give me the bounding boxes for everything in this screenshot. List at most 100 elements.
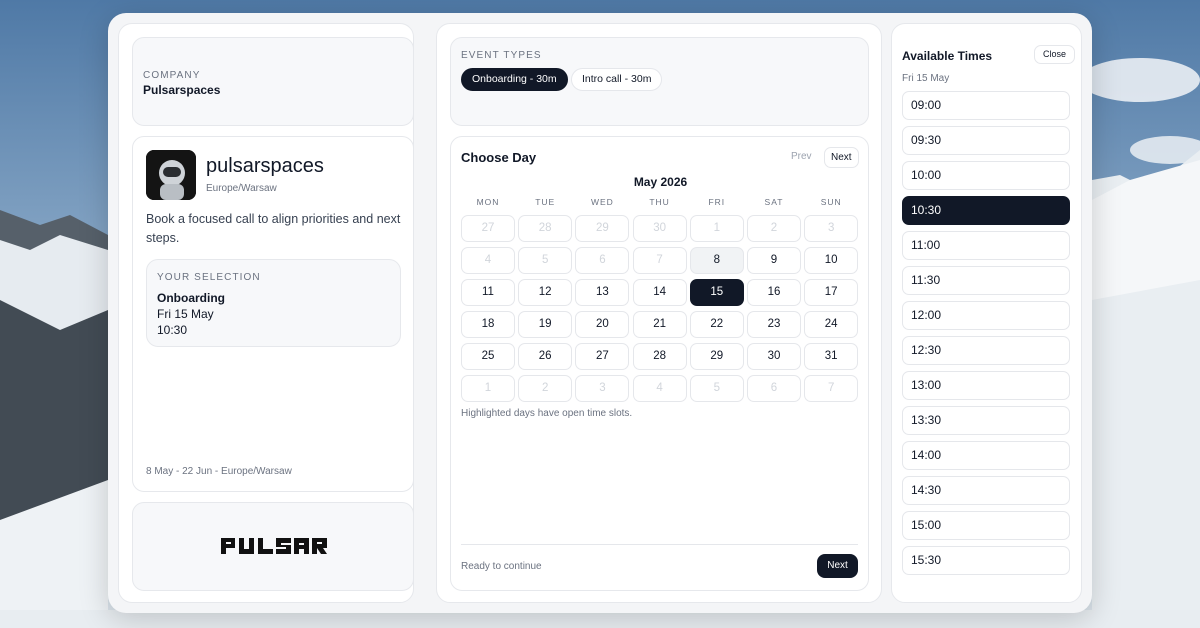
calendar-day[interactable]: 17 <box>804 279 859 306</box>
logo-text: PULSAR <box>133 503 134 504</box>
calendar-day: 28 <box>518 215 573 242</box>
calendar-day[interactable]: 30 <box>747 343 801 370</box>
time-slot-selected[interactable]: 10:30 <box>902 196 1070 225</box>
month-label: May 2026 <box>633 175 688 189</box>
times-date: Fri 15 May <box>902 73 950 84</box>
calendar-day[interactable]: 25 <box>461 343 515 370</box>
calendar-day[interactable]: 10 <box>804 247 859 274</box>
time-slot[interactable]: 15:30 <box>902 546 1070 575</box>
selected-date: Fri 15 May <box>157 307 214 321</box>
calendar-day[interactable]: 14 <box>632 279 687 306</box>
profile-description: Book a focused call to align priorities … <box>146 212 401 245</box>
calendar-day[interactable]: 27 <box>575 343 630 370</box>
profile-timezone: Europe/Warsaw <box>206 183 277 194</box>
company-card: COMPANY Pulsarspaces <box>132 37 414 126</box>
time-slot[interactable]: 14:00 <box>902 441 1070 470</box>
scheduler-column: EVENT TYPES Onboarding - 30m Intro call … <box>436 23 882 603</box>
avatar <box>146 150 196 200</box>
calendar-day[interactable]: 11 <box>461 279 515 306</box>
times-column: Available Times Close Fri 15 May 09:00 09… <box>891 23 1082 603</box>
calendar-day: 1 <box>689 215 744 242</box>
calendar-day[interactable]: 24 <box>804 311 859 338</box>
booking-panel: COMPANY Pulsarspaces pulsarspaces Europe… <box>108 13 1092 613</box>
selected-event: Onboarding <box>157 291 225 305</box>
time-slot[interactable]: 15:00 <box>902 511 1070 540</box>
pulsar-logo-icon <box>221 538 327 554</box>
calendar-day[interactable]: 18 <box>461 311 515 338</box>
time-slot[interactable]: 09:30 <box>902 126 1070 155</box>
calendar-day[interactable]: 31 <box>804 343 859 370</box>
profile-name: pulsarspaces <box>206 155 324 177</box>
astronaut-avatar-icon <box>146 150 196 200</box>
times-title: Available Times <box>902 49 993 63</box>
calendar-title: Choose Day <box>461 150 537 165</box>
time-slot[interactable]: 13:30 <box>902 406 1070 435</box>
time-slot[interactable]: 10:00 <box>902 161 1070 190</box>
calendar-day[interactable]: 28 <box>632 343 687 370</box>
calendar-day[interactable]: 21 <box>632 311 687 338</box>
event-types-card: EVENT TYPES Onboarding - 30m Intro call … <box>450 37 869 126</box>
calendar-day: 5 <box>689 375 744 402</box>
calendar-day: 4 <box>461 247 515 274</box>
weekday-header: FRI <box>708 197 726 207</box>
calendar-card: Choose Day Prev Next May 2026 MON TUE WED T… <box>450 136 869 591</box>
calendar-day-selected[interactable]: 15 <box>689 279 744 306</box>
status-text: Ready to continue <box>461 561 542 572</box>
calendar-day[interactable]: 23 <box>747 311 801 338</box>
next-step-button[interactable]: Next <box>817 554 858 578</box>
calendar-day: 6 <box>575 247 630 274</box>
time-slot[interactable]: 14:30 <box>902 476 1070 505</box>
calendar-day[interactable]: 20 <box>575 311 630 338</box>
selected-time: 10:30 <box>157 323 188 337</box>
weekday-header: MON <box>476 197 500 207</box>
close-button[interactable]: Close <box>1034 45 1076 64</box>
weekday-header: WED <box>590 197 614 207</box>
calendar-day: 1 <box>461 375 515 402</box>
availability-range: 8 May - 22 Jun - Europe/Warsaw <box>146 466 292 477</box>
profile-card: pulsarspaces Europe/Warsaw Book a focuse… <box>132 136 414 492</box>
time-slot-list[interactable]: 09:00 09:30 10:00 10:30 11:00 11:30 12:00 12:30… <box>902 91 1070 581</box>
weekday-header: SUN <box>820 197 842 207</box>
calendar-day: 29 <box>575 215 630 242</box>
brand-logo-card: PULSAR <box>132 502 414 591</box>
calendar-day[interactable]: 9 <box>747 247 801 274</box>
next-month-button[interactable]: Next <box>824 147 859 168</box>
company-label: COMPANY <box>143 70 201 81</box>
calendar-day: 3 <box>575 375 630 402</box>
calendar-hint: Highlighted days have open time slots. <box>461 408 633 419</box>
calendar-day: 2 <box>747 215 801 242</box>
calendar-day: 3 <box>804 215 859 242</box>
calendar-day: 2 <box>518 375 573 402</box>
time-slot[interactable]: 13:00 <box>902 371 1070 400</box>
calendar-day[interactable]: 16 <box>747 279 801 306</box>
calendar-day: 6 <box>747 375 801 402</box>
weekday-header: THU <box>649 197 670 207</box>
event-type-onboarding[interactable]: Onboarding - 30m <box>461 68 568 91</box>
calendar-day[interactable]: 8 <box>689 247 744 274</box>
time-slot[interactable]: 12:00 <box>902 301 1070 330</box>
calendar-day: 30 <box>632 215 687 242</box>
selection-label: YOUR SELECTION <box>157 272 261 283</box>
time-slot[interactable]: 11:00 <box>902 231 1070 260</box>
calendar-day[interactable]: 19 <box>518 311 573 338</box>
time-slot[interactable]: 12:30 <box>902 336 1070 365</box>
profile-column: COMPANY Pulsarspaces pulsarspaces Europe… <box>118 23 414 603</box>
calendar-day: 7 <box>804 375 859 402</box>
time-slot[interactable]: 11:30 <box>902 266 1070 295</box>
time-slot[interactable]: 09:00 <box>902 91 1070 120</box>
calendar-day[interactable]: 29 <box>689 343 744 370</box>
calendar-day: 27 <box>461 215 515 242</box>
calendar-day[interactable]: 12 <box>518 279 573 306</box>
calendar-day[interactable]: 22 <box>689 311 744 338</box>
company-name: Pulsarspaces <box>143 83 221 97</box>
calendar-day[interactable]: 13 <box>575 279 630 306</box>
calendar-day[interactable]: 26 <box>518 343 573 370</box>
selection-summary: YOUR SELECTION Onboarding Fri 15 May 10:… <box>146 259 401 347</box>
event-type-intro-call[interactable]: Intro call - 30m <box>571 68 663 91</box>
calendar-day: 4 <box>632 375 687 402</box>
weekday-header: SAT <box>764 197 784 207</box>
calendar-day: 5 <box>518 247 573 274</box>
event-types-label: EVENT TYPES <box>461 50 542 61</box>
prev-month-button[interactable]: Prev <box>785 147 818 166</box>
divider <box>461 544 858 545</box>
